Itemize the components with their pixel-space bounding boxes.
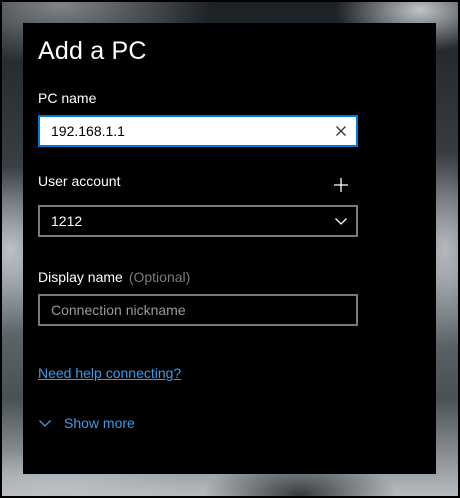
display-name-label-text: Display name <box>38 269 123 285</box>
add-pc-dialog: Add a PC PC name 192.168.1.1 User accoun… <box>23 23 436 474</box>
show-more-button[interactable]: Show more <box>38 413 135 433</box>
dialog-title: Add a PC <box>38 37 147 65</box>
display-name-field-wrapper <box>38 294 358 326</box>
optional-hint: (Optional) <box>128 269 191 285</box>
show-more-label: Show more <box>64 415 135 431</box>
user-account-dropdown[interactable]: 1212 <box>38 205 358 237</box>
display-name-input[interactable] <box>40 296 356 324</box>
user-account-label: User account <box>38 173 121 189</box>
pc-name-value: 192.168.1.1 <box>51 123 125 139</box>
clear-icon[interactable] <box>332 122 350 140</box>
chevron-down-icon <box>334 214 348 228</box>
plus-icon[interactable] <box>331 175 351 195</box>
user-account-selected: 1212 <box>51 213 83 229</box>
pc-name-label: PC name <box>38 90 97 106</box>
display-name-label: Display name (Optional) <box>38 269 190 285</box>
help-connecting-link[interactable]: Need help connecting? <box>38 365 181 381</box>
pc-name-field[interactable]: 192.168.1.1 <box>38 115 358 147</box>
chevron-down-icon <box>39 420 51 427</box>
